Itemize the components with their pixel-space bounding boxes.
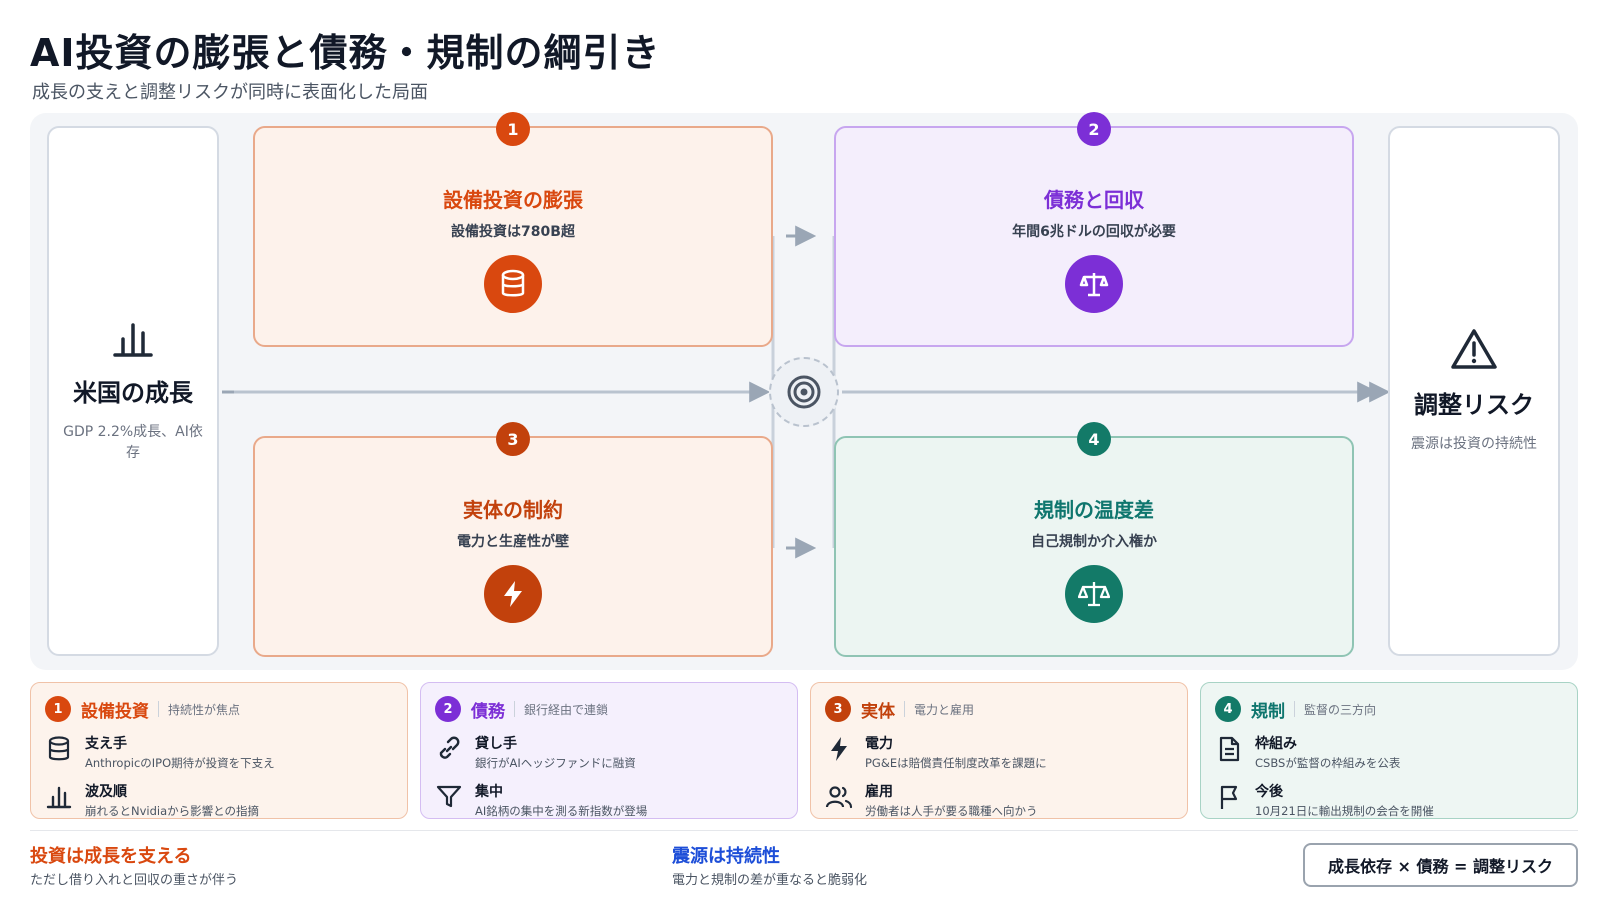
- stage-card-physical: 実体の制約 電力と生産性が壁: [253, 436, 773, 657]
- panel-item-desc: AnthropicのIPO期待が投資を下支え: [85, 756, 275, 770]
- panel-item-title: 今後: [1255, 784, 1283, 800]
- panel-item-desc: 10月21日に輸出規制の会合を開催: [1255, 804, 1434, 818]
- stage-title: 債務と回収: [1044, 188, 1144, 212]
- panel-badge: 3: [825, 696, 851, 722]
- panel-separator: [904, 701, 905, 717]
- people-icon: [825, 783, 853, 811]
- panel-badge: 2: [435, 696, 461, 722]
- footer-divider: [30, 830, 1578, 831]
- panel-separator: [158, 701, 159, 717]
- panel-item-title: 貸し手: [475, 736, 517, 752]
- link-icon: [435, 735, 463, 763]
- stage-badge-3: 3: [496, 422, 530, 456]
- panel-name: 規制: [1251, 701, 1285, 722]
- panel-badge: 4: [1215, 696, 1241, 722]
- risk-card: 調整リスク 震源は投資の持続性: [1388, 126, 1560, 656]
- panel-item: 枠組み CSBSが監督の枠組みを公表: [1215, 733, 1563, 771]
- filter-icon: [435, 783, 463, 811]
- panel-item-desc: CSBSが監督の枠組みを公表: [1255, 756, 1401, 770]
- bar-chart-icon: [111, 319, 155, 363]
- panel-name: 実体: [861, 701, 895, 722]
- stage-title: 実体の制約: [463, 498, 563, 522]
- stage-badge-1: 1: [496, 112, 530, 146]
- panel-separator: [1294, 701, 1295, 717]
- growth-sub: GDP 2.2%成長、AI依存: [63, 424, 203, 461]
- document-icon: [1215, 735, 1243, 763]
- panel-badge: 1: [45, 696, 71, 722]
- panel-item: 支え手 AnthropicのIPO期待が投資を下支え: [45, 733, 393, 771]
- panel-item: 雇用労働者は人手が要る職種へ向かう: [825, 781, 1173, 819]
- footer-mid-title: 震源は持続性: [672, 846, 780, 867]
- stage-sub: 自己規制か介入権か: [1031, 534, 1157, 550]
- stage-title: 規制の温度差: [1034, 498, 1154, 522]
- panel-item-desc: 崩れるとNvidiaから影響との指摘: [85, 804, 260, 818]
- panel-item: 電力 PG&Eは賠償責任制度改革を課題に: [825, 733, 1173, 771]
- panel-item-title: 雇用: [865, 784, 893, 800]
- panel-item: 波及順崩れるとNvidiaから影響との指摘: [45, 781, 393, 819]
- panel-item-desc: PG&Eは賠償責任制度改革を課題に: [865, 756, 1047, 770]
- stage-title: 設備投資の膨張: [443, 188, 583, 212]
- stage-badge-2: 2: [1077, 112, 1111, 146]
- formula-box: 成長依存 × 債務 = 調整リスク: [1303, 843, 1578, 887]
- risk-sub: 震源は投資の持続性: [1411, 436, 1537, 453]
- lightning-icon: [825, 735, 853, 763]
- page-subtitle: 成長の支えと調整リスクが同時に表面化した局面: [32, 82, 428, 103]
- database-icon: [484, 255, 542, 313]
- target-icon: [769, 357, 839, 427]
- panel-name: 設備投資: [81, 701, 149, 722]
- panel-name: 債務: [471, 701, 505, 722]
- panel-item-title: 支え手: [85, 736, 127, 752]
- stage-card-capex: 設備投資の膨張 設備投資は780B超: [253, 126, 773, 347]
- panel-item-title: 集中: [475, 784, 503, 800]
- footer-left-sub: ただし借り入れと回収の重さが伴う: [30, 873, 239, 888]
- stage-sub: 年間6兆ドルの回収が必要: [1012, 224, 1176, 240]
- panel-item: 集中 AI銘柄の集中を測る新指数が登場: [435, 781, 783, 819]
- page-title: AI投資の膨張と債務・規制の綱引き: [30, 31, 661, 75]
- scale-icon: [1065, 255, 1123, 313]
- bar-chart-icon: [45, 783, 73, 811]
- panel-item: 貸し手銀行がAIヘッジファンドに融資: [435, 733, 783, 771]
- panel-note: 監督の三方向: [1304, 702, 1377, 717]
- panel-physical: 3 実体 電力と雇用 電力 PG&Eは賠償責任制度改革を課題に 雇用労働者は人手が…: [810, 682, 1188, 819]
- stage-card-regulation: 規制の温度差 自己規制か介入権か: [834, 436, 1354, 657]
- growth-card: 米国の成長 GDP 2.2%成長、AI依存: [47, 126, 219, 656]
- panel-note: 電力と雇用: [914, 702, 975, 717]
- stage-card-debt: 債務と回収 年間6兆ドルの回収が必要: [834, 126, 1354, 347]
- panel-note: 持続性が焦点: [168, 702, 241, 717]
- panel-item-title: 枠組み: [1255, 736, 1297, 752]
- panel-capex: 1 設備投資 持続性が焦点 支え手 AnthropicのIPO期待が投資を下支え …: [30, 682, 408, 819]
- stage-badge-4: 4: [1077, 422, 1111, 456]
- stage-sub: 設備投資は780B超: [451, 224, 575, 240]
- panel-regulation: 4 規制 監督の三方向 枠組み CSBSが監督の枠組みを公表 今後 10月21日に輸…: [1200, 682, 1578, 819]
- flag-icon: [1215, 783, 1243, 811]
- panel-item-desc: 労働者は人手が要る職種へ向かう: [865, 804, 1038, 818]
- lightning-icon: [484, 565, 542, 623]
- panel-note: 銀行経由で連鎖: [524, 702, 609, 717]
- panel-item: 今後 10月21日に輸出規制の会合を開催: [1215, 781, 1563, 819]
- panel-item-title: 電力: [865, 736, 893, 752]
- warning-icon: [1450, 327, 1498, 375]
- panel-item-title: 波及順: [85, 784, 127, 800]
- footer-mid-sub: 電力と規制の差が重なると脆弱化: [672, 873, 868, 888]
- panel-debt: 2 債務 銀行経由で連鎖 貸し手銀行がAIヘッジファンドに融資 集中 AI銘柄の集…: [420, 682, 798, 819]
- panel-separator: [514, 701, 515, 717]
- panel-item-desc: 銀行がAIヘッジファンドに融資: [475, 756, 636, 770]
- stage-sub: 電力と生産性が壁: [457, 534, 569, 550]
- database-icon: [45, 735, 73, 763]
- growth-title: 米国の成長: [73, 379, 193, 408]
- risk-title: 調整リスク: [1414, 391, 1534, 420]
- balance-icon: [1065, 565, 1123, 623]
- panel-item-desc: AI銘柄の集中を測る新指数が登場: [475, 804, 648, 818]
- footer-left-title: 投資は成長を支える: [30, 846, 192, 867]
